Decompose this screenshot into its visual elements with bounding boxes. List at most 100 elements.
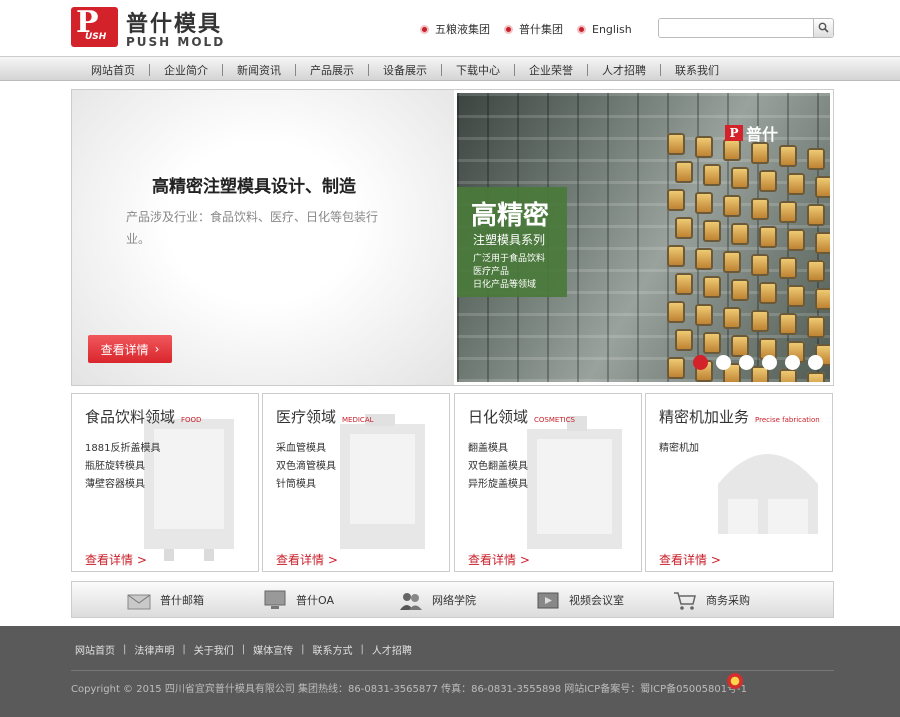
- mold-cavity: [779, 313, 797, 335]
- site-footer: 网站首页 | 法律声明 | 关于我们 | 媒体宣传 | 联系方式 | 人才招聘 …: [0, 626, 900, 717]
- card-list-item[interactable]: 瓶胚旋转模具: [85, 458, 160, 476]
- mold-cavity: [779, 257, 797, 279]
- view-details-label: 查看详情: [100, 342, 149, 357]
- card-title-en: MEDICAL: [342, 416, 374, 424]
- mold-cavity: [695, 136, 713, 158]
- footer-link-home[interactable]: 网站首页: [75, 642, 115, 657]
- mold-cavity: [703, 332, 721, 354]
- card-list-item[interactable]: 异形旋盖模具: [468, 476, 528, 494]
- slide-dot-5[interactable]: [785, 355, 800, 370]
- footer-link-legal[interactable]: 法律声明: [134, 642, 174, 657]
- mold-cavity: [695, 248, 713, 270]
- card-list: 采血管模具 双色滴管模具 针筒模具: [276, 440, 336, 494]
- mold-cavity: [807, 148, 825, 170]
- card-more-link[interactable]: 查看详情 >: [659, 551, 721, 568]
- footer-divider: |: [241, 644, 246, 655]
- slide-dot-1[interactable]: [693, 355, 708, 370]
- mold-cavity: [787, 285, 805, 307]
- nav-item-honors[interactable]: 企业荣誉: [515, 62, 587, 78]
- view-details-button[interactable]: 查看详情 ›: [88, 335, 172, 363]
- mold-cavity: [723, 195, 741, 217]
- nav-item-news[interactable]: 新闻资讯: [223, 62, 295, 78]
- quick-link-academy[interactable]: 网络学院: [398, 588, 476, 612]
- nav-item-careers[interactable]: 人才招聘: [588, 62, 660, 78]
- slide-dot-6[interactable]: [808, 355, 823, 370]
- banner-caption-box: 高精密 注塑模具系列 广泛用于食品饮料 医疗产品 日化产品等领域: [457, 187, 567, 297]
- card-list: 翻盖模具 双色翻盖模具 异形旋盖模具: [468, 440, 528, 494]
- caption-headline: 高精密: [471, 201, 550, 231]
- top-link-push-group[interactable]: 普什集团: [504, 21, 563, 37]
- card-list-item[interactable]: 薄壁容器模具: [85, 476, 160, 494]
- card-list-item[interactable]: 翻盖模具: [468, 440, 528, 458]
- nav-item-equipment[interactable]: 设备展示: [369, 62, 441, 78]
- footer-link-about[interactable]: 关于我们: [194, 642, 234, 657]
- footer-link-contact[interactable]: 联系方式: [313, 642, 353, 657]
- mold-image: [527, 416, 622, 549]
- footer-link-media[interactable]: 媒体宣传: [253, 642, 293, 657]
- mold-cavity: [723, 251, 741, 273]
- search-input[interactable]: [661, 20, 811, 36]
- top-link-label: English: [592, 22, 632, 36]
- quick-link-oa[interactable]: 普什OA: [262, 588, 334, 612]
- banner-title: 高精密注塑模具设计、制造: [152, 177, 356, 197]
- mold-cavity: [751, 310, 769, 332]
- card-food[interactable]: 食品饮料领域 FOOD 1881反折盖模具 瓶胚旋转模具 薄壁容器模具 查看详情…: [71, 393, 259, 572]
- footer-divider: |: [301, 644, 305, 655]
- bullet-dot-icon: [420, 24, 429, 34]
- card-title-en: Precise fabrication: [755, 416, 820, 424]
- top-link-wuliangye[interactable]: 五粮液集团: [420, 21, 490, 37]
- brand-name-en: PUSH MOLD: [126, 35, 226, 49]
- police-badge-icon[interactable]: [727, 673, 743, 689]
- mold-cavity: [807, 204, 825, 226]
- quick-links-bar: 普什邮箱 普什OA 网络学院 视频会议室 商务采购: [71, 581, 834, 618]
- slide-dot-3[interactable]: [739, 355, 754, 370]
- slide-dot-4[interactable]: [762, 355, 777, 370]
- nav-item-contact[interactable]: 联系我们: [661, 62, 733, 78]
- mold-cavity: [695, 192, 713, 214]
- site-header: P USH 普什模具 PUSH MOLD 五粮液集团 普什集团 English: [0, 0, 900, 55]
- card-more-link[interactable]: 查看详情 >: [276, 551, 338, 568]
- card-cosmetics[interactable]: 日化领域 COSMETICS 翻盖模具 双色翻盖模具 异形旋盖模具 查看详情 >: [454, 393, 642, 572]
- card-list: 精密机加: [659, 440, 699, 458]
- card-title-en: COSMETICS: [534, 416, 575, 424]
- nav-item-downloads[interactable]: 下载中心: [442, 62, 514, 78]
- slide-dot-2[interactable]: [716, 355, 731, 370]
- top-link-english[interactable]: English: [577, 21, 632, 37]
- card-more-link[interactable]: 查看详情 >: [468, 551, 530, 568]
- brand-name-cn: 普什模具: [126, 12, 223, 37]
- card-list-item[interactable]: 双色翻盖模具: [468, 458, 528, 476]
- card-list-item[interactable]: 采血管模具: [276, 440, 336, 458]
- card-medical[interactable]: 医疗领域 MEDICAL 采血管模具 双色滴管模具 针筒模具 查看详情 >: [262, 393, 450, 572]
- quick-link-label: 普什OA: [296, 594, 334, 607]
- business-cards: 食品饮料领域 FOOD 1881反折盖模具 瓶胚旋转模具 薄壁容器模具 查看详情…: [71, 393, 834, 573]
- card-list-item[interactable]: 精密机加: [659, 440, 699, 458]
- mold-cavity: [675, 217, 693, 239]
- card-fabrication[interactable]: 精密机加业务 Precise fabrication 精密机加 查看详情 >: [645, 393, 833, 572]
- footer-link-careers[interactable]: 人才招聘: [372, 642, 412, 657]
- search-button[interactable]: [813, 19, 833, 37]
- card-more-link[interactable]: 查看详情 >: [85, 551, 147, 568]
- mold-cavity: [695, 304, 713, 326]
- nav-item-home[interactable]: 网站首页: [77, 62, 149, 78]
- mold-cavity: [807, 316, 825, 338]
- quick-link-mail[interactable]: 普什邮箱: [126, 588, 204, 612]
- mold-cavity: [759, 170, 777, 192]
- card-list-item[interactable]: 针筒模具: [276, 476, 336, 494]
- card-title: 食品饮料领域: [85, 408, 176, 426]
- nav-item-about[interactable]: 企业简介: [150, 62, 222, 78]
- card-title: 精密机加业务: [659, 408, 750, 426]
- mold-cavity: [759, 282, 777, 304]
- quick-link-label: 网络学院: [432, 594, 476, 607]
- caption-line: 医疗产品: [473, 267, 510, 277]
- quick-link-label: 商务采购: [706, 594, 750, 607]
- quick-link-video[interactable]: 视频会议室: [535, 588, 624, 612]
- footer-divider: |: [360, 644, 364, 655]
- monitor-icon: [262, 588, 288, 612]
- card-list-item[interactable]: 1881反折盖模具: [85, 440, 160, 458]
- quick-link-purchase[interactable]: 商务采购: [672, 588, 750, 612]
- nav-item-products[interactable]: 产品展示: [296, 62, 368, 78]
- main-nav: 网站首页 企业简介 新闻资讯 产品展示 设备展示 下载中心 企业荣誉 人才招聘 …: [0, 56, 900, 81]
- logo[interactable]: P USH: [71, 7, 118, 47]
- mold-cavity: [675, 273, 693, 295]
- card-list-item[interactable]: 双色滴管模具: [276, 458, 336, 476]
